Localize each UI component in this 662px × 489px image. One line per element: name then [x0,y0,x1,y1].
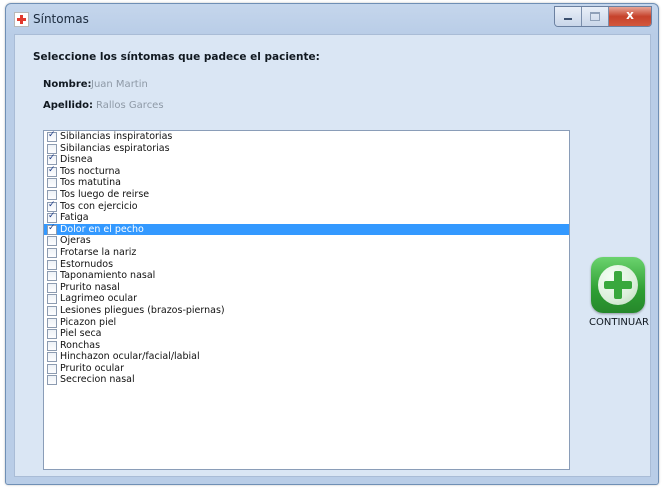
symptom-checkbox[interactable] [47,305,57,316]
symptom-checkbox[interactable] [47,271,57,282]
symptom-item[interactable]: Ronchas [44,340,569,352]
maximize-button[interactable] [582,7,609,26]
symptom-checkbox[interactable] [47,189,57,200]
form-client-area: Seleccione los síntomas que padece el pa… [14,34,651,477]
symptom-item[interactable]: Estornudos [44,259,569,271]
symptom-item[interactable]: Disnea [44,153,569,166]
symptom-checkbox[interactable] [47,352,57,363]
symptom-checkbox[interactable] [47,329,57,340]
nombre-label: Nombre: [43,79,92,90]
close-button[interactable] [609,7,651,26]
symptom-checkbox[interactable] [47,282,57,293]
symptom-label: Prurito ocular [60,362,125,374]
symptom-item[interactable]: Secrecion nasal [44,374,569,386]
symptom-label: Ronchas [60,339,101,351]
symptom-label: Hinchazon ocular/facial/labial [60,351,200,363]
symptom-checkbox[interactable] [47,247,57,258]
symptom-label: Picazon piel [60,316,117,328]
symptom-item[interactable]: Tos con ejercicio [44,200,569,213]
symptom-label: Prurito nasal [60,281,120,293]
symptom-checkbox[interactable] [47,294,57,305]
symptom-label: Lagrimeo ocular [60,293,138,305]
symptom-checkbox[interactable] [47,259,57,270]
symptom-label: Secrecion nasal [60,374,135,386]
symptom-label: Taponamiento nasal [60,270,156,282]
symptom-item[interactable]: Picazon piel [44,317,569,329]
symptom-label: Sibilancias espiratorias [60,142,170,154]
symptom-item[interactable]: Tos nocturna [44,165,569,178]
symptom-label: Fatiga [60,212,89,224]
symptom-item[interactable]: Taponamiento nasal [44,270,569,282]
symptom-label: Dolor en el pecho [60,223,144,235]
apellido-value: Rallos Garces [96,100,164,111]
symptom-label: Sibilancias inspiratorias [60,131,173,142]
symptom-label: Tos nocturna [60,165,121,177]
symptom-item[interactable]: Tos luego de reirse [44,189,569,201]
apellido-label: Apellido: [43,100,93,111]
instruction-text: Seleccione los síntomas que padece el pa… [33,51,320,63]
continue-button[interactable] [591,257,645,313]
symptom-item[interactable]: Prurito ocular [44,363,569,375]
symptom-checkbox[interactable] [47,375,57,386]
symptom-label: Ojeras [60,235,91,247]
medical-cross-icon [14,12,29,27]
symptom-checkbox[interactable] [47,223,57,235]
symptom-item[interactable]: Lagrimeo ocular [44,293,569,305]
symptom-checkbox[interactable] [47,165,57,177]
symptom-item[interactable]: Ojeras [44,235,569,247]
continue-label[interactable]: CONTINUAR [587,317,651,328]
symptom-item[interactable]: Frotarse la nariz [44,247,569,259]
symptom-label: Tos luego de reirse [60,188,150,200]
symptom-checkbox[interactable] [47,363,57,374]
symptom-label: Lesiones pliegues (brazos-piernas) [60,304,225,316]
symptom-checkbox[interactable] [47,200,57,212]
symptom-label: Frotarse la nariz [60,246,137,258]
symptom-checklist[interactable]: Sibilancias inspiratoriasSibilancias esp… [43,130,570,470]
symptom-label: Disnea [60,154,93,166]
symptom-label: Piel seca [60,328,102,340]
plus-icon [598,265,638,305]
symptom-item[interactable]: Dolor en el pecho [44,223,569,236]
symptom-item[interactable]: Prurito nasal [44,282,569,294]
symptom-item[interactable]: Sibilancias inspiratorias [44,131,569,143]
symptom-checkbox[interactable] [47,143,57,154]
window-title: Síntomas [33,12,89,26]
symptom-label: Tos matutina [60,177,121,189]
caption-buttons [554,6,652,27]
symptom-checkbox[interactable] [47,153,57,166]
title-bar[interactable]: Síntomas [6,4,658,34]
symptom-item[interactable]: Fatiga [44,211,569,224]
symptom-label: Estornudos [60,258,114,270]
symptom-checkbox[interactable] [47,340,57,351]
symptom-item[interactable]: Lesiones pliegues (brazos-piernas) [44,305,569,317]
symptoms-window: Síntomas Seleccione los síntomas que pad… [5,3,659,485]
symptom-checkbox[interactable] [47,236,57,247]
symptom-checkbox[interactable] [47,131,57,142]
symptom-checkbox[interactable] [47,317,57,328]
symptom-item[interactable]: Hinchazon ocular/facial/labial [44,351,569,363]
symptom-checkbox[interactable] [47,178,57,189]
minimize-button[interactable] [555,7,582,26]
symptom-item[interactable]: Sibilancias espiratorias [44,143,569,155]
symptom-label: Tos con ejercicio [60,200,138,212]
symptom-checkbox[interactable] [47,211,57,224]
symptom-item[interactable]: Tos matutina [44,177,569,189]
nombre-value: Juan Martin [91,79,148,90]
symptom-item[interactable]: Piel seca [44,328,569,340]
